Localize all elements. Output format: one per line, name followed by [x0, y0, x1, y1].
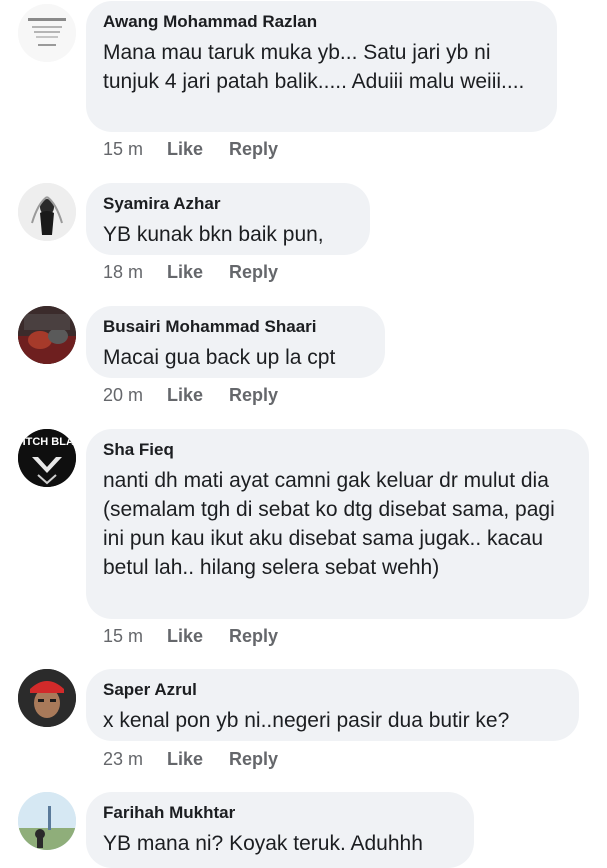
comment-actions: 18 m Like Reply [103, 261, 278, 283]
like-button[interactable]: Like [167, 748, 229, 770]
comment-author[interactable]: Syamira Azhar [103, 193, 352, 215]
like-button[interactable]: Like [167, 138, 229, 160]
avatar-image [18, 669, 76, 727]
comment-text: Mana mau taruk muka yb... Satu jari yb n… [103, 41, 525, 93]
reply-button[interactable]: Reply [229, 748, 278, 770]
comment-timestamp[interactable]: 15 m [103, 138, 167, 160]
avatar[interactable]: SWITCH BLADE [18, 429, 76, 487]
comment-text: x kenal pon yb ni..negeri pasir dua buti… [103, 709, 510, 732]
comment-bubble: Syamira Azhar YB kunak bkn baik pun, [86, 183, 370, 255]
avatar[interactable] [18, 792, 76, 850]
comment-timestamp[interactable]: 15 m [103, 625, 167, 647]
avatar[interactable] [18, 183, 76, 241]
comment-bubble: Awang Mohammad Razlan Mana mau taruk muk… [86, 1, 557, 132]
avatar-logo-text: SWITCH BLADE [18, 436, 76, 448]
avatar-image: SWITCH BLADE [18, 429, 76, 487]
avatar[interactable] [18, 306, 76, 364]
comment-bubble: Saper Azrul x kenal pon yb ni..negeri pa… [86, 669, 579, 741]
comment-actions: 15 m Like Reply [103, 625, 278, 647]
reply-button[interactable]: Reply [229, 384, 278, 406]
avatar[interactable] [18, 669, 76, 727]
comment-author[interactable]: Sha Fieq [103, 439, 571, 461]
avatar-image [18, 792, 76, 850]
avatar-image [18, 4, 76, 62]
comment-author[interactable]: Farihah Mukhtar [103, 802, 456, 824]
comment-author[interactable]: Saper Azrul [103, 679, 561, 701]
avatar-image [18, 306, 76, 364]
comment-text: YB mana ni? Koyak teruk. Aduhhh [103, 832, 423, 855]
comment-actions: 20 m Like Reply [103, 384, 278, 406]
comment-actions: 23 m Like Reply [103, 748, 278, 770]
reply-button[interactable]: Reply [229, 261, 278, 283]
comment-bubble: Sha Fieq nanti dh mati ayat camni gak ke… [86, 429, 589, 619]
like-button[interactable]: Like [167, 625, 229, 647]
reply-button[interactable]: Reply [229, 625, 278, 647]
comment-timestamp[interactable]: 23 m [103, 748, 167, 770]
comment-timestamp[interactable]: 18 m [103, 261, 167, 283]
comment-bubble: Busairi Mohammad Shaari Macai gua back u… [86, 306, 385, 378]
comment-text: Macai gua back up la cpt [103, 346, 336, 369]
comment-text: YB kunak bkn baik pun, [103, 223, 324, 246]
comment-timestamp[interactable]: 20 m [103, 384, 167, 406]
like-button[interactable]: Like [167, 384, 229, 406]
avatar-image [18, 183, 76, 241]
reply-button[interactable]: Reply [229, 138, 278, 160]
comment-author[interactable]: Awang Mohammad Razlan [103, 11, 539, 33]
comment-bubble: Farihah Mukhtar YB mana ni? Koyak teruk.… [86, 792, 474, 868]
comment-actions: 15 m Like Reply [103, 138, 278, 160]
comment-text: nanti dh mati ayat camni gak keluar dr m… [103, 469, 561, 579]
like-button[interactable]: Like [167, 261, 229, 283]
comment-author[interactable]: Busairi Mohammad Shaari [103, 316, 367, 338]
avatar[interactable] [18, 4, 76, 62]
